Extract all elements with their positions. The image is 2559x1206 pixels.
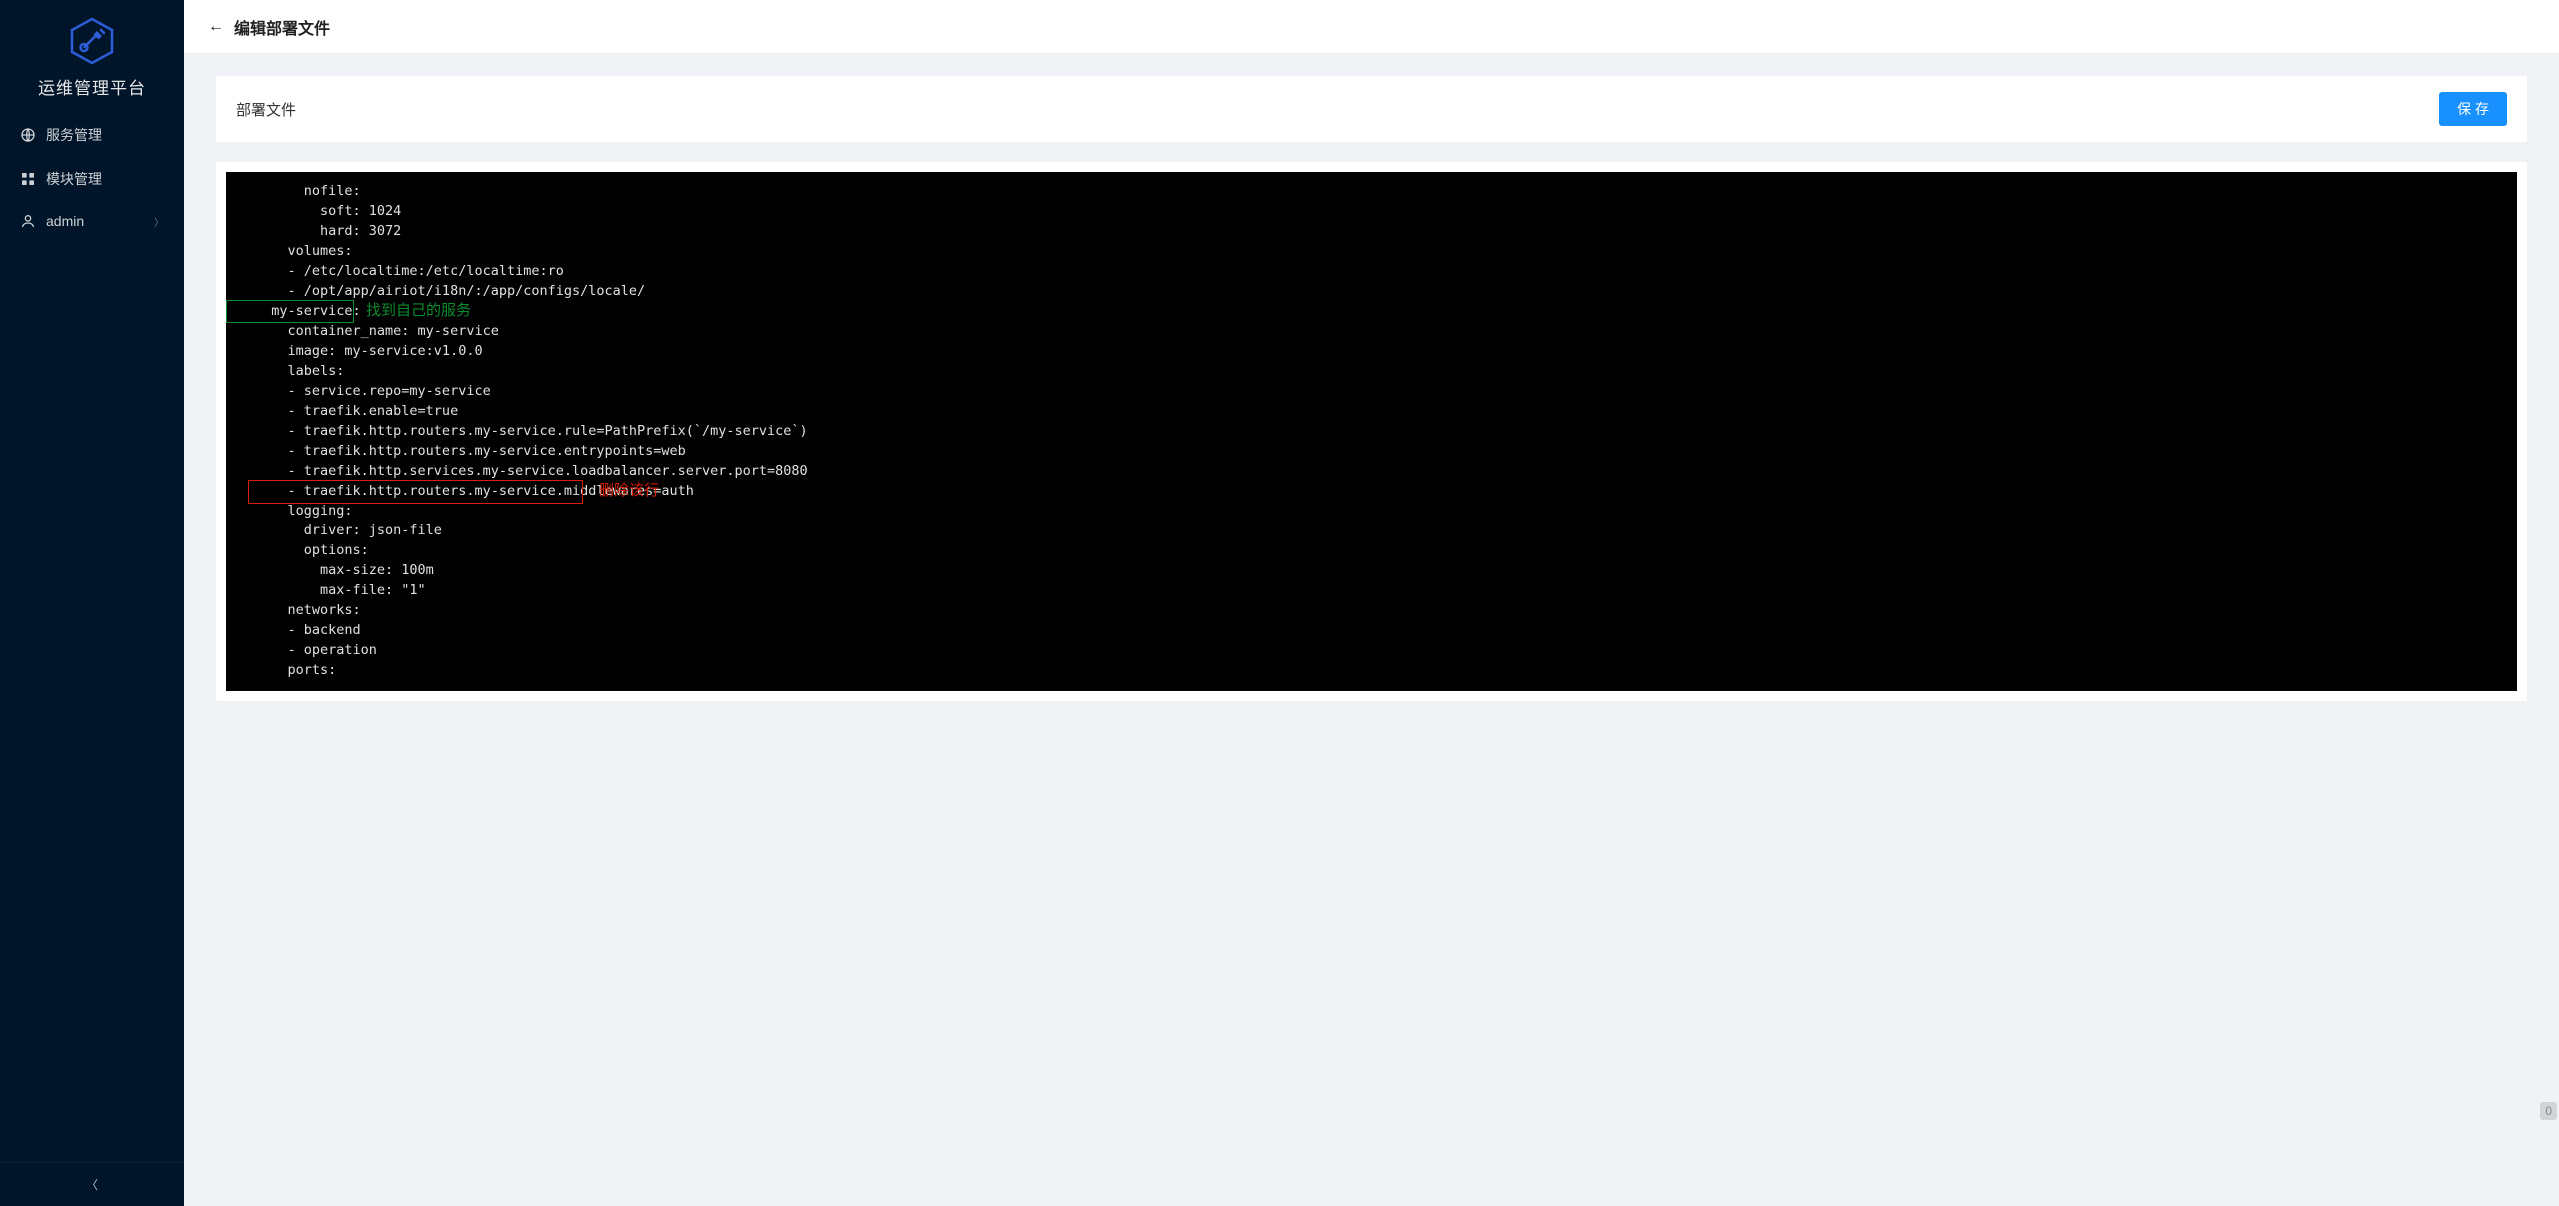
back-button[interactable]: ← (208, 18, 224, 36)
editor-line: options: (227, 541, 2516, 561)
sidebar-item-1[interactable]: 模块管理 (0, 157, 184, 201)
grid-icon (20, 171, 36, 187)
yaml-editor[interactable]: nofile: soft: 1024 hard: 3072 volumes: -… (226, 172, 2517, 691)
editor-line: - /etc/localtime:/etc/localtime:ro (227, 262, 2516, 282)
editor-line: - operation (227, 641, 2516, 661)
sidebar: 运维管理平台 服务管理模块管理 admin 〉 〈 (0, 0, 184, 1206)
page-indicator: 0 (2540, 1102, 2557, 1120)
editor-line: - backend (227, 621, 2516, 641)
editor-line: volumes: (227, 242, 2516, 262)
sidebar-item-label: 模块管理 (46, 169, 164, 189)
editor-line: - traefik.http.services.my-service.loadb… (227, 462, 2516, 482)
sidebar-collapse-button[interactable]: 〈 (0, 1162, 184, 1206)
editor-line: labels: (227, 362, 2516, 382)
editor-line: - /opt/app/airiot/i18n/:/app/configs/loc… (227, 282, 2516, 302)
page-title: 编辑部署文件 (234, 15, 330, 39)
editor-line: - traefik.http.routers.my-service.middle… (227, 482, 2516, 502)
page-header: ← 编辑部署文件 (184, 0, 2559, 54)
editor-line: hard: 3072 (227, 222, 2516, 242)
main: ← 编辑部署文件 部署文件 保 存 nofile: soft: 1024 har… (184, 0, 2559, 1206)
globe-icon (20, 127, 36, 143)
editor-line: max-file: "1" (227, 581, 2516, 601)
sidebar-item-2[interactable]: admin 〉 (0, 201, 184, 241)
card-title: 部署文件 (236, 99, 296, 120)
sidebar-item-0[interactable]: 服务管理 (0, 113, 184, 157)
save-button[interactable]: 保 存 (2439, 92, 2507, 126)
editor-line: - traefik.http.routers.my-service.entryp… (227, 442, 2516, 462)
editor-line: max-size: 100m (227, 561, 2516, 581)
hex-wrench-icon (67, 16, 117, 66)
editor-card: nofile: soft: 1024 hard: 3072 volumes: -… (216, 162, 2527, 701)
chevron-right-icon: 〉 (154, 214, 164, 229)
sidebar-item-label: admin (46, 213, 144, 229)
sidebar-item-label: 服务管理 (46, 125, 164, 145)
toolbar-card: 部署文件 保 存 (216, 76, 2527, 142)
logo-area: 运维管理平台 (0, 0, 184, 109)
editor-line: ports: (227, 661, 2516, 681)
user-icon (20, 213, 36, 229)
editor-line: - traefik.enable=true (227, 402, 2516, 422)
brand-title: 运维管理平台 (38, 74, 146, 99)
editor-line: nofile: (227, 182, 2516, 202)
editor-line: logging: (227, 502, 2516, 522)
editor-line: image: my-service:v1.0.0 (227, 342, 2516, 362)
sidebar-menu: 服务管理模块管理 admin 〉 (0, 109, 184, 1162)
editor-line: - traefik.http.routers.my-service.rule=P… (227, 422, 2516, 442)
editor-line: networks: (227, 601, 2516, 621)
editor-line: - service.repo=my-service (227, 382, 2516, 402)
chevron-left-icon: 〈 (86, 1176, 98, 1193)
editor-line: soft: 1024 (227, 202, 2516, 222)
content-area: 部署文件 保 存 nofile: soft: 1024 hard: 3072 v… (184, 54, 2559, 723)
editor-line: my-service: (227, 302, 2516, 322)
editor-line: container_name: my-service (227, 322, 2516, 342)
editor-line: driver: json-file (227, 521, 2516, 541)
